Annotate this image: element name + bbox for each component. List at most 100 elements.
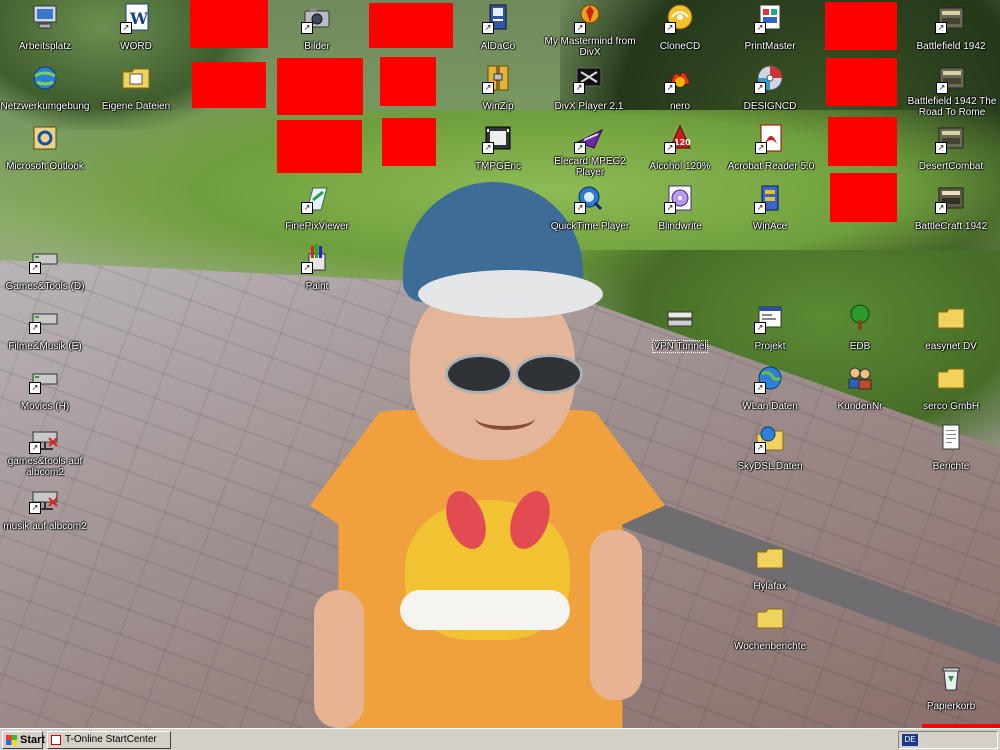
desktop-icon-edb[interactable]: EDB [815, 302, 905, 354]
desktop-icon-wochenberichte[interactable]: Wochenberichte [725, 602, 815, 654]
desktop-icon-arbeitsplatz[interactable]: Arbeitsplatz [0, 2, 90, 54]
desktop-icon-gamestools-drive[interactable]: ↗ Games&Tools (D) [0, 242, 90, 294]
desktop-icon-berichte[interactable]: Berichte [906, 422, 996, 474]
desktop-icon-battlecraft[interactable]: ↗ BattleCraft 1942 [906, 182, 996, 234]
shortcut-arrow-icon: ↗ [29, 502, 41, 514]
film-icon: ↗ [482, 122, 514, 154]
icon-label: Battlefield 1942 The Road To Rome [907, 96, 997, 118]
icon-label: DESIGNCD [743, 101, 797, 112]
users-icon [844, 362, 876, 394]
icon-label: FinePixViewer [285, 221, 349, 232]
start-button[interactable]: Start [2, 731, 45, 749]
clonecd-icon: ↗ [664, 2, 696, 34]
desktop-icon-mastermind[interactable]: ↗ My Mastermind from DivX [544, 2, 636, 60]
desktop-icon-paint[interactable]: ↗ Paint [272, 242, 362, 294]
icon-label: Filme&Musik (E) [8, 341, 82, 352]
network-icon [29, 62, 61, 94]
shortcut-arrow-icon: ↗ [935, 202, 947, 214]
desktop-icon-papierkorb[interactable]: Papierkorb [906, 662, 996, 714]
redaction-block [369, 3, 453, 48]
desktop-icon-nero[interactable]: ↗ nero [635, 62, 725, 114]
desktop-icon-designcd[interactable]: ↗ DESIGNCD [725, 62, 815, 114]
shortcut-arrow-icon: ↗ [754, 22, 766, 34]
nero-icon: ↗ [664, 62, 696, 94]
desktop-icon-bilder[interactable]: ↗ Bilder [272, 2, 362, 54]
icon-label: DivX Player 2.1 [554, 101, 624, 112]
desktop-icon-winzip[interactable]: ↗ WinZip [453, 62, 543, 114]
redaction-block [382, 118, 436, 166]
icon-label: My Mastermind from DivX [544, 36, 636, 58]
icon-label: SkyDSL Daten [737, 461, 803, 472]
desktop-icon-elecard[interactable]: ↗ Elecard MPEG2 Player [544, 122, 636, 180]
icon-label: WinAce [752, 221, 788, 232]
desktop-icon-movies-drive[interactable]: ↗ Movies (H) [0, 362, 90, 414]
taskbar-button-t-online[interactable]: T-Online StartCenter [47, 731, 171, 749]
shortcut-arrow-icon: ↗ [664, 202, 676, 214]
shortcut-arrow-icon: ↗ [935, 142, 947, 154]
desktop-icon-acrobat[interactable]: ↗ Acrobat Reader 5.0 [725, 122, 817, 174]
icon-label: Paint [305, 281, 329, 292]
quicktime-icon: ↗ [574, 182, 606, 214]
desktop-icon-musik-network[interactable]: ↗ musik auf albcom2 [0, 482, 90, 534]
shortcut-arrow-icon: ↗ [29, 442, 41, 454]
desktop-icon-filmemusik-drive[interactable]: ↗ Filme&Musik (E) [0, 302, 90, 354]
desktop-icon-quicktime[interactable]: ↗ QuickTime Player [544, 182, 636, 234]
mastermind-icon: ↗ [574, 2, 606, 34]
desktop-icon-wlan-daten[interactable]: ↗ WLan Daten [725, 362, 815, 414]
desktop-icon-netzwerk[interactable]: Netzwerkumgebung [0, 62, 90, 114]
shortcut-arrow-icon: ↗ [754, 322, 766, 334]
desktop-icon-vpn-tunnel[interactable]: VPN Tunnel [635, 302, 725, 354]
language-indicator[interactable]: DE [902, 734, 918, 746]
desktop-icon-printmaster[interactable]: ↗ PrintMaster [725, 2, 815, 54]
blindwrite-icon: ↗ [664, 182, 696, 214]
camera-icon: ↗ [301, 2, 333, 34]
shortcut-arrow-icon: ↗ [301, 202, 313, 214]
icon-label: Games&Tools (D) [5, 281, 85, 292]
shortcut-arrow-icon: ↗ [664, 82, 676, 94]
shortcut-arrow-icon: ↗ [574, 22, 586, 34]
icon-label: WLan Daten [742, 401, 798, 412]
folder-documents-icon [120, 62, 152, 94]
vpn-icon [664, 302, 696, 334]
network-drive-icon: ↗ [29, 422, 61, 454]
icon-label: serco GmbH [922, 401, 980, 412]
icon-label: WORD [120, 41, 152, 52]
desktop-icon-projekt[interactable]: ↗ Projekt [725, 302, 815, 354]
desktop-icon-tmpgenc[interactable]: ↗ TMPGEnc [453, 122, 543, 174]
redaction-block [826, 58, 897, 106]
desktop-icon-word[interactable]: W ↗ WORD [91, 2, 181, 54]
winzip-icon: ↗ [482, 62, 514, 94]
shirt-bone-print [400, 590, 570, 630]
desktop-icon-aldaco[interactable]: ↗ AlDaCo [453, 2, 543, 54]
desktop-icon-finepixviewer[interactable]: ↗ FinePixViewer [272, 182, 362, 234]
desktop-icon-hylafax[interactable]: Hylafax [725, 542, 815, 594]
desktop-icon-kundennr[interactable]: KundenNr [815, 362, 905, 414]
desktop-icon-clonecd[interactable]: ↗ CloneCD [635, 2, 725, 54]
icon-label: Acrobat Reader 5.0 [727, 161, 815, 172]
desktop-icon-blindwrite[interactable]: ↗ Blindwrite [635, 182, 725, 234]
icon-label-selected: VPN Tunnel [652, 340, 708, 353]
shortcut-arrow-icon: ↗ [482, 82, 494, 94]
icon-label: Berichte [932, 461, 970, 472]
desktop-icon-battlefield-road-to-rome[interactable]: ↗ Battlefield 1942 The Road To Rome [906, 62, 998, 120]
desktop-icon-battlefield1942[interactable]: ↗ Battlefield 1942 [906, 2, 996, 54]
redaction-block [380, 57, 436, 106]
desktop-icon-outlook[interactable]: Microsoft Outlook [0, 122, 90, 174]
desktop-icon-serco[interactable]: serco GmbH [906, 362, 996, 414]
icon-label: Battlefield 1942 [916, 41, 986, 52]
shortcut-arrow-icon: ↗ [754, 202, 766, 214]
desktop-icon-alcohol[interactable]: 120 ↗ Alcohol 120% [635, 122, 725, 174]
shortcut-arrow-icon: ↗ [574, 142, 586, 154]
desktop-icon-easynet[interactable]: easynet DV [906, 302, 996, 354]
redaction-block [277, 58, 363, 115]
desktop-icon-divxplayer[interactable]: ↗ DivX Player 2.1 [544, 62, 634, 114]
desktop-icon-desertcombat[interactable]: ↗ DesertCombat [906, 122, 996, 174]
desktop-icon-skydsl[interactable]: ↗ SkyDSL Daten [725, 422, 815, 474]
taskbar: Start T-Online StartCenter DE [0, 728, 1000, 750]
svg-text:W: W [129, 9, 149, 28]
desktop-icon-winace[interactable]: ↗ WinAce [725, 182, 815, 234]
shortcut-arrow-icon: ↗ [573, 82, 585, 94]
icon-label: CloneCD [659, 41, 701, 52]
desktop-icon-eigene-dateien[interactable]: Eigene Dateien [91, 62, 181, 114]
desktop-icon-gamestools-network[interactable]: ↗ games&tools auf albcom2 [0, 422, 90, 480]
